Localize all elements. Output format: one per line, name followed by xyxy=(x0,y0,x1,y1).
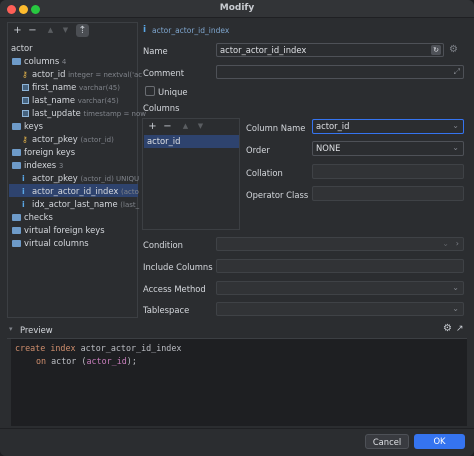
unique-label: Unique xyxy=(158,87,188,97)
remove-icon[interactable]: − xyxy=(26,24,39,37)
structure-tree-panel: + − ▲ ▼ ⇡ actor columns 4 ⚷ actor_id inte… xyxy=(7,22,146,318)
move-column-down-icon[interactable]: ▼ xyxy=(194,120,207,133)
column-icon xyxy=(22,110,29,117)
modify-dialog: Modify + − ▲ ▼ ⇡ actor columns 4 ⚷ actor_… xyxy=(0,0,474,456)
tree-node-virtual-foreign-keys[interactable]: virtual foreign keys xyxy=(12,224,105,236)
tree-node-columns[interactable]: columns 4 xyxy=(12,55,66,67)
tree-node-checks[interactable]: checks xyxy=(12,211,53,223)
chevron-down-icon[interactable]: ⌄ xyxy=(452,142,459,154)
tree-index-item[interactable]: i idx_actor_last_name (last_ xyxy=(22,198,139,210)
chevron-down-icon[interactable]: ⌄ xyxy=(452,282,459,294)
tree-column-item[interactable]: last_name varchar(45) xyxy=(22,94,119,106)
move-down-icon[interactable]: ▼ xyxy=(59,24,72,37)
tree-column-item[interactable]: first_name varchar(45) xyxy=(22,81,120,93)
index-icon: i xyxy=(22,200,25,209)
column-icon xyxy=(22,97,29,104)
folder-icon xyxy=(12,162,21,169)
sql-preview[interactable]: create index actor_actor_id_index on act… xyxy=(7,338,467,427)
folder-icon xyxy=(12,58,21,65)
tree-node-foreign-keys[interactable]: foreign keys xyxy=(12,146,75,158)
comment-label: Comment xyxy=(143,68,185,78)
chevron-down-icon[interactable]: ⌄ xyxy=(452,120,459,132)
dialog-footer: Cancel OK xyxy=(0,428,474,456)
remove-column-icon[interactable]: − xyxy=(161,120,174,133)
primary-key-icon: ⚷ xyxy=(22,70,28,79)
key-icon: ⚷ xyxy=(22,135,28,144)
folder-icon xyxy=(12,214,21,221)
operator-class-input[interactable] xyxy=(312,186,464,201)
cancel-button[interactable]: Cancel xyxy=(365,434,409,449)
window-title: Modify xyxy=(219,3,255,13)
chevron-down-icon[interactable]: ⌄ xyxy=(452,303,459,315)
order-select[interactable]: NONE ⌄ xyxy=(312,141,464,156)
tree-node-indexes[interactable]: indexes 3 xyxy=(12,159,63,171)
tree-index-item-selected[interactable]: i actor_actor_id_index (acto xyxy=(22,185,139,197)
expand-icon[interactable]: ⤢ xyxy=(454,66,460,78)
name-label: Name xyxy=(143,46,168,56)
access-method-select[interactable]: ⌄ xyxy=(216,281,464,295)
condition-input[interactable]: ⌄ › xyxy=(216,237,464,251)
tree-root-table[interactable]: actor xyxy=(11,42,33,54)
include-columns-input[interactable] xyxy=(216,259,464,273)
settings-gear-icon[interactable]: ⚙ xyxy=(443,323,452,334)
preview-label: Preview xyxy=(20,325,53,335)
comment-input[interactable]: ⤢ xyxy=(216,65,464,79)
folder-icon xyxy=(12,227,21,234)
column-name-combobox[interactable]: actor_id ⌄ xyxy=(312,119,464,134)
collation-input[interactable] xyxy=(312,164,464,179)
move-up-icon[interactable]: ▲ xyxy=(44,24,57,37)
filter-icon[interactable]: ⇡ xyxy=(76,24,89,37)
code-line-2: on actor (actor_id); xyxy=(36,356,137,366)
tree-column-item[interactable]: last_update timestamp = now xyxy=(22,107,146,119)
column-icon xyxy=(22,84,29,91)
access-method-label: Access Method xyxy=(143,284,206,294)
title-bar: Modify xyxy=(0,0,474,18)
add-icon[interactable]: + xyxy=(11,24,24,37)
selected-object-header: actor_actor_id_index xyxy=(152,26,230,35)
order-label: Order xyxy=(246,145,270,155)
name-input[interactable]: actor_actor_id_index ↻ xyxy=(216,43,444,57)
help-icon[interactable]: ⚙ xyxy=(449,44,458,55)
index-column-row[interactable]: actor_id xyxy=(144,135,239,148)
tree-index-item[interactable]: i actor_pkey (actor_id) UNIQU xyxy=(22,172,139,184)
columns-section-label: Columns xyxy=(143,103,180,113)
index-icon: i xyxy=(22,187,25,196)
tree-node-virtual-columns[interactable]: virtual columns xyxy=(12,237,89,249)
chevron-right-icon[interactable]: › xyxy=(456,238,459,250)
tablespace-label: Tablespace xyxy=(143,305,190,315)
folder-icon xyxy=(12,240,21,247)
folder-icon xyxy=(12,149,21,156)
tree-node-keys[interactable]: keys xyxy=(12,120,43,132)
preview-header[interactable]: ▾ Preview ⚙ ↗ xyxy=(7,323,467,338)
include-columns-label: Include Columns xyxy=(143,262,213,272)
index-columns-list: + − ▲ ▼ actor_id xyxy=(142,118,240,230)
regenerate-name-icon[interactable]: ↻ xyxy=(431,45,441,55)
add-column-icon[interactable]: + xyxy=(146,120,159,133)
collation-label: Collation xyxy=(246,168,283,178)
chevron-down-icon[interactable]: ⌄ xyxy=(442,238,449,250)
tablespace-select[interactable]: ⌄ xyxy=(216,302,464,316)
index-icon: i xyxy=(143,25,147,35)
folder-icon xyxy=(12,123,21,130)
collapse-icon[interactable]: ▾ xyxy=(9,325,13,333)
move-column-up-icon[interactable]: ▲ xyxy=(179,120,192,133)
tree-toolbar: + − ▲ ▼ ⇡ xyxy=(8,23,137,39)
code-line-1: create index actor_actor_id_index xyxy=(15,343,182,353)
tree-column-item[interactable]: ⚷ actor_id integer = nextval('ac xyxy=(22,68,142,80)
column-name-label: Column Name xyxy=(246,123,306,133)
ok-button[interactable]: OK xyxy=(414,434,465,449)
tree-key-item[interactable]: ⚷ actor_pkey (actor_id) xyxy=(22,133,114,145)
condition-label: Condition xyxy=(143,240,183,250)
operator-class-label: Operator Class xyxy=(246,190,309,200)
unique-checkbox[interactable] xyxy=(145,86,155,96)
open-in-editor-icon[interactable]: ↗ xyxy=(456,324,464,334)
editor-gutter xyxy=(7,339,11,427)
